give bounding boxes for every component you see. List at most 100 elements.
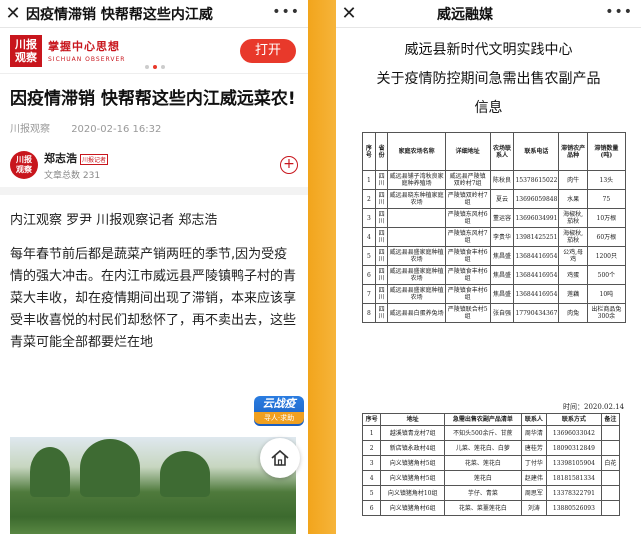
table-cell: 5 [361,485,382,501]
table-header-cell: 联系人 [520,413,548,426]
table-cell: 夏云 [489,189,515,209]
table-cell: 7 [362,284,376,304]
table-cell: 陈秋良 [489,170,515,190]
article-source[interactable]: 川报观察 [10,124,50,135]
table-cell: 不知头500余斤、甘蔗 [444,425,522,441]
app-logo-line1: 川报 [15,37,37,51]
avatar[interactable]: 川报 观察 [10,151,38,179]
table-cell: 四川 [374,284,389,304]
author-card[interactable]: 川报 观察 郑志浩 川报记者 文章总数 231 + [0,143,308,195]
table-cell: 严陵镇食丰村6组 [444,246,491,266]
table-cell: 1 [361,425,382,441]
table-cell: 13684416954 [513,246,560,266]
table-cell: 3 [361,455,382,471]
table-cell: 四川 [374,189,389,209]
table-cell: 四川 [374,265,389,285]
table-cell: 严陵镇东风村7组 [444,227,491,247]
app-logo: 川报 观察 [10,34,42,67]
author-article-count: 文章总数 231 [44,170,101,181]
more-icon[interactable]: ••• [605,4,633,20]
table-row: 5 向义镇猪角村10组 芋仔、青菜 周思军 13378322791 [361,485,621,501]
table-cell: 赵建伟 [520,470,548,486]
table-row: 1 越溪镇青龙村7组 不知头500余斤、甘蔗 周华清 13696033042 [361,425,621,441]
table-cell: 四川 [374,170,389,190]
right-topbar-title: 威远融媒 [437,6,493,23]
table-header-cell: 联系方式 [546,413,602,426]
table-header-cell: 地址 [380,413,446,426]
table-cell: 5 [362,246,376,266]
table-row: 3 四川 严陵镇东风村6组 董运容 13696034991 海椒秋,茄秋 10万根 [362,208,627,228]
table-cell: 严陵镇双岭村7组 [444,189,491,209]
photo-tree [30,447,70,497]
open-app-button[interactable]: 打开 [240,39,296,63]
table-cell: 芋仔、青菜 [444,485,522,501]
table-cell: 13头 [586,170,627,190]
table-cell: 13378322791 [546,485,602,501]
table-cell: 焦昌盛 [489,246,515,266]
right-topbar: ✕ 威远融媒 ••• [336,0,641,28]
table-cell: 威远县县盛家庭种植农场 [387,246,446,266]
table-cell: 莲花白 [444,470,522,486]
table-cell: 6 [362,265,376,285]
screenshot-root: ✕ 因疫情滞销 快帮帮这些内江威 ••• 川报 观察 掌握中心思想 SICHUA… [0,0,641,534]
author-info: 郑志浩 川报记者 文章总数 231 [44,150,109,181]
home-icon [271,449,289,466]
table-cell: 3 [362,208,376,228]
table-cell: 白花 [600,455,621,471]
table-cell: 60万根 [586,227,627,247]
table-row: 2 新店镇永政村4组 儿菜、莲花白、白萝 唐桂芳 18090312849 [361,440,621,456]
table-cell: 13398105904 [546,455,602,471]
home-button[interactable] [260,438,300,478]
table-cell [387,227,446,247]
carousel-dot-active[interactable] [153,65,157,69]
table-cell [600,485,621,501]
table-cell: 威远县县盛家庭种植农场 [387,284,446,304]
table-cell: 10万根 [586,208,627,228]
cloud-fight-badge[interactable]: 云战疫 寻人·求助 [254,396,304,426]
table-cell: 500个 [586,265,627,285]
table-cell: 公鸡,母鸡 [558,246,588,266]
more-icon[interactable]: ••• [272,4,300,20]
close-icon[interactable]: ✕ [336,0,362,28]
table-cell: 水果 [558,189,588,209]
article-meta: 川报观察 2020-02-16 16:32 [0,112,308,143]
right-document-panel: ✕ 威远融媒 ••• 威远县新时代文明实践中心 关于疫情防控期间急需出售农副产品… [336,0,641,534]
table-cell: 四川 [374,303,389,323]
cloud-badge-sub: 寻人·求助 [254,412,304,424]
left-topbar: ✕ 因疫情滞销 快帮帮这些内江威 ••• [0,0,308,28]
article-datetime: 2020-02-16 16:32 [71,124,162,135]
table-cell: 向义镇猪角村5组 [380,455,446,471]
table-cell: 肉兔 [558,303,588,323]
carousel-dot[interactable] [145,65,149,69]
table-cell: 张自强 [489,303,515,323]
document-title-line: 威远县新时代文明实践中心 [404,42,573,58]
table-cell: 严陵镇东风村6组 [444,208,491,228]
follow-plus-icon[interactable]: + [280,156,298,174]
table-cell: 焦昌盛 [489,265,515,285]
table-cell: 15378615022 [513,170,560,190]
table-cell: 丁付华 [520,455,548,471]
table-cell: 13981425251 [513,227,560,247]
table-cell: 花菜、菜薹莲花白 [444,500,522,516]
table-cell: 新店镇永政村4组 [380,440,446,456]
table-header-cell: 序号 [362,132,376,171]
article-paragraph: 每年春节前后都是蔬菜产销两旺的季节,因为受疫情的强大冲击。在内江市威远县严陵镇鸭… [10,247,297,350]
table-cell: 17790434367 [513,303,560,323]
carousel-dot[interactable] [161,65,165,69]
table-header-cell: 家庭农场名称 [387,132,446,171]
table-header-cell: 序号 [361,413,382,426]
close-icon[interactable]: ✕ [0,0,26,28]
cloud-badge-main: 云战疫 [262,397,296,410]
author-name-row: 郑志浩 川报记者 [44,150,109,166]
table-cell [600,500,621,516]
table-cell [600,425,621,441]
table-row: 2 四川 威远县晓东种植家庭农场 严陵镇双岭村7组 夏云 13696059848 水果 75 [362,189,627,209]
table-header-cell: 详细地址 [444,132,491,171]
table-cell: 13684416954 [513,265,560,285]
author-badge: 川报记者 [80,153,109,165]
table-cell: 海椒秋,茄秋 [558,208,588,228]
table-cell: 向义镇猪角村5组 [380,470,446,486]
article-byline: 内江观察 罗尹 川报观察记者 郑志浩 [10,213,218,228]
banner-slogan: 掌握中心思想 [48,40,120,53]
table-cell: 13696033042 [546,425,602,441]
